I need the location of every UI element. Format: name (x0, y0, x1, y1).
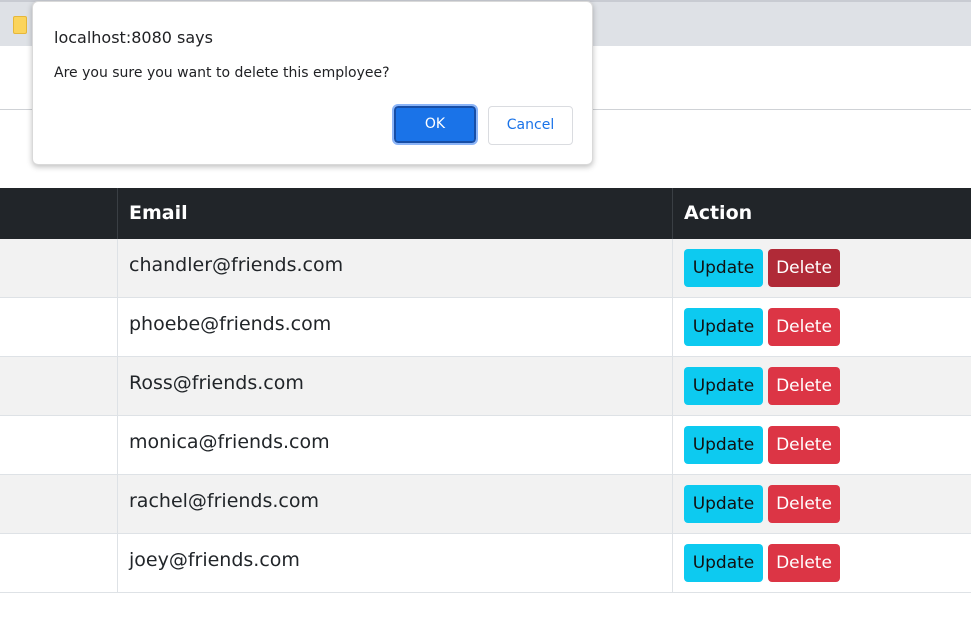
column-header-email: Email (118, 188, 673, 239)
table-row: monica@friends.com Update Delete (0, 416, 971, 475)
table-row: phoebe@friends.com Update Delete (0, 298, 971, 357)
email-cell: Ross@friends.com (118, 357, 673, 415)
email-cell: chandler@friends.com (118, 239, 673, 297)
delete-button[interactable]: Delete (768, 249, 840, 287)
email-cell: rachel@friends.com (118, 475, 673, 533)
delete-button[interactable]: Delete (768, 426, 840, 464)
page-icon (13, 16, 27, 34)
update-button[interactable]: Update (684, 308, 763, 346)
table-row: joey@friends.com Update Delete (0, 534, 971, 593)
action-cell: Update Delete (673, 239, 971, 297)
table-header: Email Action (0, 188, 971, 239)
action-cell: Update Delete (673, 475, 971, 533)
action-cell: Update Delete (673, 416, 971, 474)
update-button[interactable]: Update (684, 485, 763, 523)
update-button[interactable]: Update (684, 367, 763, 405)
table-cell-first (0, 239, 118, 297)
dialog-message: Are you sure you want to delete this emp… (54, 65, 390, 81)
email-cell: monica@friends.com (118, 416, 673, 474)
dialog-title: localhost:8080 says (54, 28, 213, 47)
table-cell-first (0, 416, 118, 474)
employee-table: Email Action chandler@friends.com Update… (0, 188, 971, 593)
update-button[interactable]: Update (684, 426, 763, 464)
delete-button[interactable]: Delete (768, 308, 840, 346)
ok-button[interactable]: OK (392, 104, 478, 145)
table-cell-first (0, 357, 118, 415)
table-row: chandler@friends.com Update Delete (0, 239, 971, 298)
delete-button[interactable]: Delete (768, 544, 840, 582)
column-header-first (0, 188, 118, 239)
column-header-action: Action (684, 202, 753, 224)
cancel-button[interactable]: Cancel (488, 106, 573, 145)
browser-window: Email Action chandler@friends.com Update… (0, 0, 971, 642)
table-row: rachel@friends.com Update Delete (0, 475, 971, 534)
update-button[interactable]: Update (684, 249, 763, 287)
table-cell-first (0, 534, 118, 592)
action-cell: Update Delete (673, 534, 971, 592)
confirm-dialog: localhost:8080 says Are you sure you wan… (32, 1, 593, 165)
email-cell: joey@friends.com (118, 534, 673, 592)
table-cell-first (0, 298, 118, 356)
update-button[interactable]: Update (684, 544, 763, 582)
delete-button[interactable]: Delete (768, 485, 840, 523)
action-cell: Update Delete (673, 298, 971, 356)
email-cell: phoebe@friends.com (118, 298, 673, 356)
table-cell-first (0, 475, 118, 533)
table-row: Ross@friends.com Update Delete (0, 357, 971, 416)
delete-button[interactable]: Delete (768, 367, 840, 405)
action-cell: Update Delete (673, 357, 971, 415)
